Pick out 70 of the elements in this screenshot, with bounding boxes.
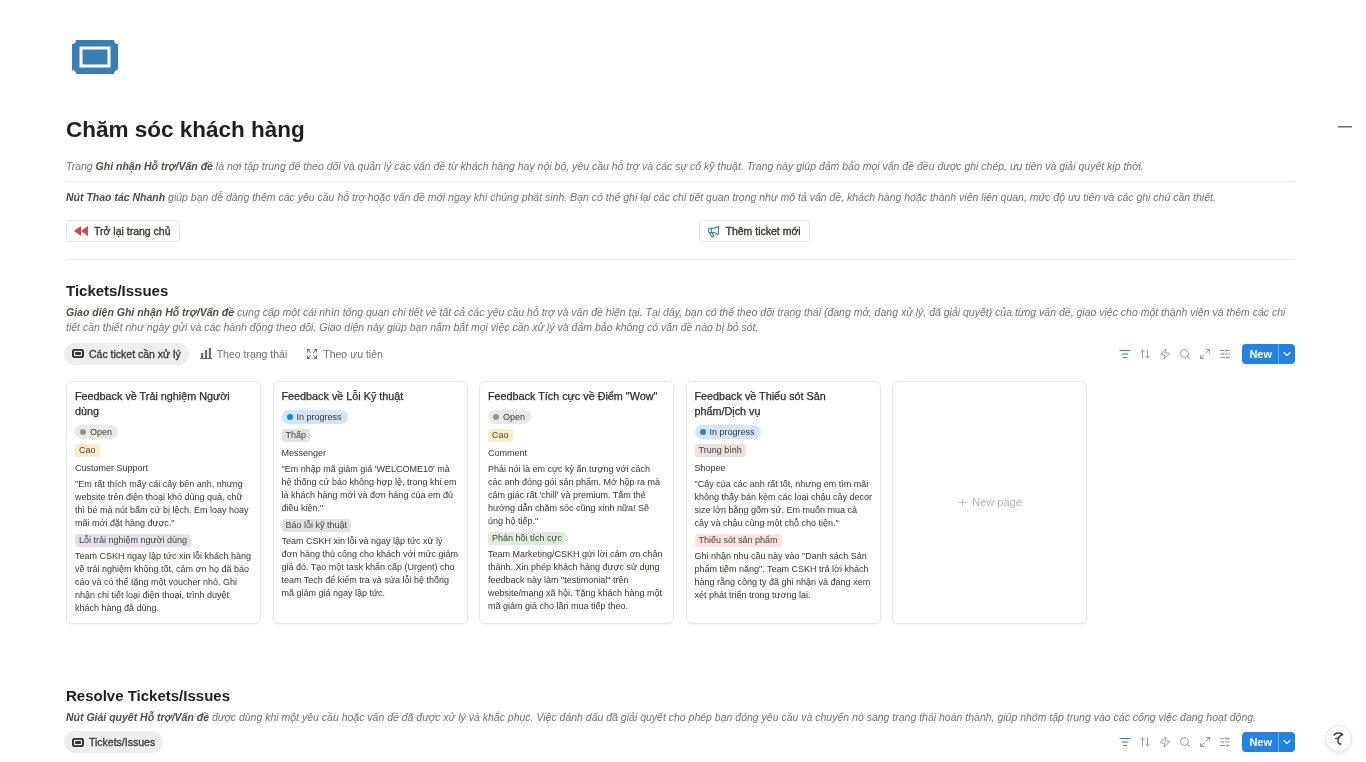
ticket-icon	[72, 349, 84, 358]
sort-icon[interactable]	[1139, 347, 1152, 360]
squiggle-icon	[1331, 731, 1346, 746]
dash-icon[interactable]	[1338, 126, 1352, 128]
action-button[interactable]: Thêm ticket mới	[698, 220, 810, 242]
priority-tag: Trung bình	[694, 443, 746, 457]
expand-icon	[306, 347, 319, 360]
settings-icon[interactable]	[1219, 347, 1232, 360]
search-icon[interactable]	[1179, 736, 1192, 748]
priority-tag: Cao	[488, 428, 513, 442]
card-title: Feedback về Lỗi Kỹ thuật	[281, 388, 404, 404]
channel-text: Shopee	[694, 461, 726, 475]
ticket-icon[interactable]	[72, 40, 118, 74]
feedback-text: "Em rất thích mấy cái cây bên anh, nhưng website trên điện thoại khó dùng quá, chữ thì bé mà nút bấm cứ bị lệch. Em loay hoay mãi mới đặt hàng được."	[75, 477, 250, 530]
intro-text: Nút Thao tác Nhanh giúp bạn dễ dàng thêm các yêu cầu hỗ trợ hoặc vấn đề mới ngay khi chúng phát sinh. Bạn có thể ghi lại các chi tiết quan trọng như mô tả vấn đề, khách hàng hoặc thành viên liên quan, mức độ ưu tiên và các ghi chú cần thiết.	[66, 190, 1217, 205]
sort-icon[interactable]	[1139, 736, 1152, 748]
category-tag: Phản hồi tích cực	[488, 531, 567, 545]
card-title: Feedback về Trải nghiệm Người dùng	[75, 388, 231, 419]
response-text: Ghi nhận nhu cầu này vào "Danh sách Sản phẩm tiềm năng". Team CSKH trả lời khách hàng rằng công ty đã ghi nhận và đang xem xét phát triển trong tương lai.	[694, 549, 872, 602]
expand-arrows-icon[interactable]	[1199, 736, 1212, 748]
feedback-text: "Cây của các anh rất tốt, nhưng em tìm mãi không thấy bán kèm các loại chậu cây decor size lớn bằng gốm sứ. Em muốn mua cả cây và chậu cùng một chỗ cho tiện."	[694, 477, 873, 530]
category-tag: Thiếu sót sản phẩm	[694, 533, 782, 547]
status-tag: Open	[488, 409, 532, 424]
section-description: Giao diện Ghi nhận Hỗ trợ/Vấn đề cung cấp một cái nhìn tổng quan chi tiết về tất cả các yêu cầu hỗ trợ và vấn đề hiện tại. Tại đây, bạn có thể theo dõi trạng thái (đang mở, đang xử lý, đã giải quyết) của từng vấn đề, giao việc cho một thành viên và thêm các chi tiết cần thiết như ngày gửi và các hành động theo dõi. Giao diện này giúp bạn nắm bắt mọi việc cần xử lý và đảm bảo không có vấn đề nào bị bỏ sót.	[66, 305, 1287, 335]
response-text: Team CSKH xin lỗi và ngay lập tức xử lý đơn hàng thủ công cho khách với mức giảm giá đó. Tạo một task khẩn cấp (Urgent) cho team Tech để kiểm tra và sửa lỗi hệ thống mã giảm giá ngay lập tức.	[281, 534, 459, 600]
section-heading: Tickets/Issues	[66, 281, 170, 301]
response-text: Team Marketing/CSKH gửi lời cảm ơn chân thành. Xin phép khách hàng được sử dụng feedback này làm "testimonial" trên website/mạng xã hội. Tặng khách hàng một mã giảm giá cho lần mua tiếp theo.	[488, 547, 664, 613]
lightning-icon[interactable]	[1159, 736, 1172, 748]
megaphone-icon	[706, 224, 720, 238]
status-tag: Open	[75, 424, 119, 439]
ticket-card[interactable]	[66, 380, 261, 624]
page-title: Chăm sóc khách hàng	[66, 116, 306, 144]
ticket-card[interactable]	[272, 380, 468, 624]
filter-icon[interactable]	[1119, 736, 1132, 748]
plus-icon	[957, 496, 969, 508]
lightning-icon[interactable]	[1159, 347, 1172, 360]
view-tab[interactable]: Tickets/Issues	[64, 731, 164, 753]
bar-chart-icon	[199, 348, 212, 359]
help-button[interactable]	[1325, 725, 1352, 752]
section-heading: Resolve Tickets/Issues	[66, 685, 231, 706]
view-tab[interactable]: Theo trạng thái	[191, 342, 296, 365]
new-button[interactable]: New	[1242, 343, 1295, 364]
search-icon[interactable]	[1179, 347, 1192, 360]
ticket-card[interactable]	[479, 380, 674, 624]
rewind-icon	[74, 226, 88, 236]
card-title: Feedback về Thiếu sót Sản phẩm/Dịch vụ	[694, 388, 827, 419]
category-tag: Báo lỗi kỹ thuật	[281, 518, 352, 532]
ticket-icon	[72, 737, 84, 747]
status-tag: In progress	[694, 424, 761, 439]
filter-icon[interactable]	[1119, 347, 1132, 360]
priority-tag: Thấp	[281, 428, 310, 442]
priority-tag: Cao	[75, 443, 100, 457]
channel-text: Customer Support	[75, 461, 149, 475]
action-button[interactable]: Trở lại trang chủ	[66, 220, 180, 242]
view-tab[interactable]: Các ticket cần xử lý	[64, 342, 189, 365]
channel-text: Messenger	[281, 446, 327, 460]
feedback-text: "Em nhập mã giảm giá 'WELCOME10' mà hệ thống cứ báo không hợp lệ, trong khi em là khách hàng mới và đơn hàng của em đủ điều kiện."	[281, 462, 458, 515]
expand-arrows-icon[interactable]	[1199, 347, 1212, 360]
intro-text: Trang Ghi nhận Hỗ trợ/Vấn đề là nơi tập trung để theo dõi và quản lý các vấn đề từ khách hàng hay nội bộ, yêu cầu hỗ trợ và các sự cố kỹ thuật. Trang này giúp đảm bảo mọi vấn đề đều được ghi chép, ưu tiên và giải quyết kịp thời.	[66, 159, 1145, 174]
section-description: Nút Giải quyết Hỗ trợ/Vấn đề được dùng khi một yêu cầu hoặc vấn đề đã được xử lý và khắc phục. Việc đánh dấu đã giải quyết cho phép bạn đóng yêu cầu và chuyển nó sang trạng thái hoàn thành, giúp nhóm tập trung vào các công việc đang hoạt động.	[66, 709, 1257, 725]
settings-icon[interactable]	[1219, 736, 1232, 748]
card-title: Feedback Tích cực về Điểm "Wow"	[488, 388, 658, 404]
category-tag: Lỗi trải nghiệm người dùng	[75, 533, 191, 547]
channel-text: Comment	[488, 446, 527, 460]
new-button[interactable]: New	[1242, 732, 1295, 752]
view-tab[interactable]: Theo ưu tiên	[298, 342, 391, 365]
status-tag: In progress	[281, 409, 348, 424]
ticket-card[interactable]	[685, 380, 881, 624]
response-text: Team CSKH ngay lập tức xin lỗi khách hàng về trải nghiệm không tốt, cảm ơn họ đã báo cáo và có thể tặng một voucher nhỏ. Ghi nhận chi tiết loại điện thoại, trình duyệt khách hàng đã dùng.	[75, 549, 253, 615]
feedback-text: Phải nói là em cực kỳ ấn tượng với cách các anh đóng gói sản phẩm. Mở hộp ra mà cảm giác rất 'chill' và premium. Tấm thẻ hướng dẫn chăm sóc cũng xinh nữa! Sẽ ủng hộ tiếp."	[488, 462, 661, 528]
